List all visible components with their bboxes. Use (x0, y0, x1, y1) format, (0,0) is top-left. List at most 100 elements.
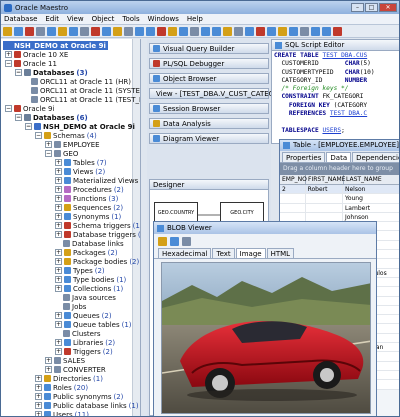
expand-toggle-icon[interactable]: + (55, 177, 62, 184)
toolbar-button-icon[interactable] (333, 26, 342, 36)
expand-toggle-icon[interactable]: + (55, 204, 62, 211)
tree-node[interactable]: + Schema triggers(1) (55, 221, 140, 230)
tree-node[interactable]: ORCL11 at Oracle 11 (SYSTEM) (31, 86, 140, 95)
menu-windows[interactable]: Windows (148, 15, 179, 23)
menu-database[interactable]: Database (4, 15, 37, 23)
expand-toggle-icon[interactable]: + (35, 411, 42, 416)
tree-node[interactable]: − Schemas (4) (35, 131, 97, 140)
tree-node[interactable]: + Collections (1) (55, 284, 123, 293)
toolbar-button-icon[interactable] (91, 26, 100, 36)
toolbar-button-icon[interactable] (267, 26, 276, 36)
clear-icon[interactable] (182, 236, 191, 246)
window-bar[interactable]: PL/SQL Debugger (149, 58, 269, 69)
save-icon[interactable] (170, 236, 179, 246)
toolbar-button-icon[interactable] (256, 26, 265, 36)
toolbar-button-icon[interactable] (135, 26, 144, 36)
expand-toggle-icon[interactable]: + (55, 231, 62, 238)
toolbar-button-icon[interactable] (36, 26, 45, 36)
tree-node[interactable]: ORCL11 at Oracle 11 (HR) (31, 77, 131, 86)
expand-toggle-icon[interactable]: + (55, 267, 62, 274)
expand-toggle-icon[interactable]: + (55, 222, 62, 229)
toolbar-button-icon[interactable] (168, 26, 177, 36)
sql-code[interactable]: CREATE TABLE TEST_DBA.CUS CUSTOMERID CHA… (272, 51, 399, 136)
tab-text[interactable]: Text (212, 248, 235, 258)
toolbar-button-icon[interactable] (179, 26, 188, 36)
menu-tools[interactable]: Tools (122, 15, 139, 23)
table-row[interactable]: Young (280, 194, 399, 204)
tree-node[interactable]: + Sequences (2) (55, 203, 123, 212)
tab-properties[interactable]: Properties (282, 152, 326, 162)
expand-toggle-icon[interactable]: − (15, 114, 22, 121)
tree-node[interactable]: + Package bodies (2) (55, 257, 139, 266)
blob-viewer-window[interactable]: BLOB Viewer Hexadecimal Text Image HTML (153, 221, 377, 416)
tree-node[interactable]: + Packages (2) (55, 248, 118, 257)
table-row[interactable]: Lambert (280, 203, 399, 213)
tree-node[interactable]: Jobs (63, 302, 86, 311)
tree-node[interactable]: Database links (63, 239, 124, 248)
group-by-area[interactable]: Drag a column header here to group by th… (280, 163, 399, 184)
menu-object[interactable]: Object (92, 15, 115, 23)
toolbar-button-icon[interactable] (69, 26, 78, 36)
table-row[interactable]: 2 Robert Nelson (280, 185, 399, 195)
tree-node[interactable]: − Databases (3) (15, 68, 88, 77)
tree-node[interactable]: + Oracle 10 XE (5, 50, 68, 59)
tree-node[interactable]: + Tables (7) (55, 158, 107, 167)
expand-toggle-icon[interactable]: + (55, 321, 62, 328)
tree-node[interactable]: + Views (2) (55, 167, 105, 176)
tree-node[interactable]: + Procedures (2) (55, 185, 124, 194)
tree-node[interactable]: ORCL11 at Oracle 11 (TEST_DBA) (31, 95, 140, 104)
tree-node[interactable]: Clusters (63, 329, 101, 338)
tree-node[interactable]: + Types (2) (55, 266, 105, 275)
tree-node[interactable]: − GEO (45, 149, 78, 158)
tree-node[interactable]: − Databases (6) (15, 113, 88, 122)
toolbar-button-icon[interactable] (113, 26, 122, 36)
menu-help[interactable]: Help (187, 15, 203, 23)
expand-toggle-icon[interactable]: + (35, 393, 42, 400)
window-bar[interactable]: Data Analysis (149, 118, 269, 129)
toolbar-button-icon[interactable] (311, 26, 320, 36)
tree-node[interactable]: + Public synonyms (2) (35, 392, 123, 401)
menu-edit[interactable]: Edit (45, 15, 59, 23)
window-bar[interactable]: Diagram Viewer (149, 133, 269, 144)
toolbar-button-icon[interactable] (25, 26, 34, 36)
expand-toggle-icon[interactable]: + (55, 168, 62, 175)
toolbar-button-icon[interactable] (245, 26, 254, 36)
tree-node[interactable]: + Database triggers(1) (55, 230, 140, 239)
expand-toggle-icon[interactable]: + (35, 402, 42, 409)
expand-toggle-icon[interactable]: − (15, 69, 22, 76)
toolbar-button-icon[interactable] (300, 26, 309, 36)
table-cell[interactable] (280, 194, 306, 203)
table-cell[interactable]: 2 (280, 185, 306, 194)
expand-toggle-icon[interactable]: + (45, 366, 52, 373)
expand-toggle-icon[interactable]: + (55, 186, 62, 193)
expand-toggle-icon[interactable]: + (55, 339, 62, 346)
minimize-button[interactable]: – (351, 3, 364, 12)
toolbar-button-icon[interactable] (3, 26, 12, 36)
close-button[interactable]: ✕ (379, 3, 397, 12)
tab-data[interactable]: Data (326, 152, 352, 162)
window-bar[interactable]: Object Browser (149, 73, 269, 84)
toolbar-button-icon[interactable] (157, 26, 166, 36)
tree-node[interactable]: − NSH_DEMO at Oracle 9i (25, 122, 135, 131)
toolbar-button-icon[interactable] (58, 26, 67, 36)
tab-html[interactable]: HTML (266, 248, 295, 258)
tree-node[interactable]: − Oracle 11 (5, 59, 57, 68)
expand-toggle-icon[interactable]: + (35, 375, 42, 382)
toolbar-button-icon[interactable] (278, 26, 287, 36)
expand-toggle-icon[interactable]: + (55, 213, 62, 220)
table-cell[interactable] (306, 203, 343, 212)
tree-node[interactable]: + Public database links (1) (35, 401, 139, 410)
tree-node[interactable]: + Triggers (2) (55, 347, 113, 356)
tree-node[interactable]: + EMPLOYEE (45, 140, 100, 149)
expand-toggle-icon[interactable]: + (45, 357, 52, 364)
expand-toggle-icon[interactable]: + (5, 51, 12, 58)
expand-toggle-icon[interactable]: − (45, 150, 52, 157)
expand-toggle-icon[interactable]: + (35, 384, 42, 391)
column-header[interactable]: EMP_NO (280, 175, 307, 184)
tree-node[interactable]: + Type bodies (1) (55, 275, 126, 284)
toolbar-button-icon[interactable] (47, 26, 56, 36)
table-cell[interactable]: Nelson (343, 185, 399, 194)
table-cell[interactable]: Young (343, 194, 399, 203)
expand-toggle-icon[interactable]: + (55, 195, 62, 202)
tree-node[interactable]: + Queues (2) (55, 311, 112, 320)
